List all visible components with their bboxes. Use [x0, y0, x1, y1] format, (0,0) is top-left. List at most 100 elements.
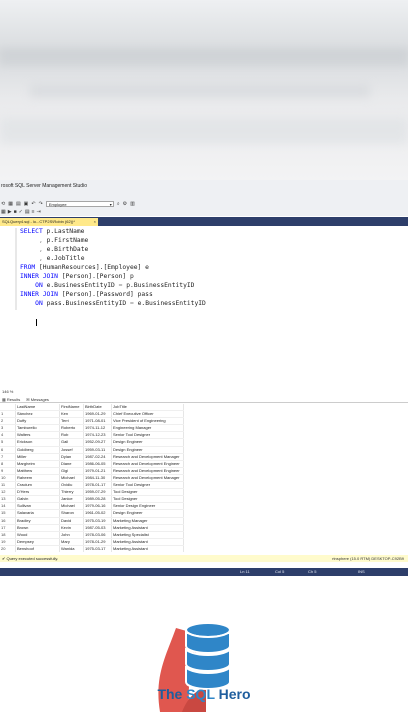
zoom-level[interactable]: 146 %	[0, 388, 408, 396]
grid-cell: Design Engineer	[111, 438, 184, 447]
table-row[interactable]: 5 Erickson Gail 1952-09-27 Design Engineer	[0, 438, 184, 447]
table-row[interactable]: 16 Bradley David 1975-03-19 Marketing Manage…	[0, 517, 184, 525]
tab-messages-label: Messages	[30, 397, 49, 402]
settings-icon[interactable]: ⚙	[123, 200, 127, 208]
grid-cell: Research and Development Manager	[111, 474, 184, 483]
grid-cell: Vice President of Engineering	[111, 417, 184, 426]
table-row[interactable]: 2 Duffy Terri 1971-08-01 Vice President of E…	[0, 417, 184, 426]
grid-cell: Design Engineer	[111, 509, 184, 518]
code-line-3: , e.BirthDate	[38, 246, 89, 253]
grid-cell: Wanida	[59, 545, 84, 552]
status-bar: Ln 11 Col 5 Ch 5 INS	[0, 568, 408, 576]
status-mode: INS	[358, 569, 365, 574]
blurred-band	[30, 85, 370, 97]
grid-cell: Janice	[59, 495, 84, 504]
new-query-icon[interactable]: ▦	[8, 200, 13, 208]
grid-column-header[interactable]: FirstName	[59, 404, 84, 412]
row-number: 4	[0, 431, 16, 440]
blurred-band	[0, 118, 408, 144]
table-row[interactable]: 12 D'Hers Thierry 1959-07-29 Tool Designer	[0, 488, 184, 497]
grid-column-header[interactable]: JobTitle	[111, 404, 184, 412]
table-row[interactable]: 18 Wood John 1978-03-06 Marketing Specialist	[0, 531, 184, 539]
database-dropdown[interactable]: Employee ▾	[45, 201, 114, 207]
row-number: 11	[0, 481, 16, 490]
grid-cell: Research and Development Engineer	[111, 467, 184, 475]
open-file-icon[interactable]: ▤	[16, 200, 21, 208]
table-row[interactable]: 10 Raheem Michael 1984-11-30 Research and De…	[0, 474, 184, 483]
stop-icon[interactable]: ■	[14, 208, 17, 216]
grid-cell: Erickson	[15, 438, 60, 447]
grid-cell: Sharon	[59, 509, 84, 518]
grid-cell: 1979-01-21	[83, 467, 112, 475]
table-row[interactable]: 15 Salavaria Sharon 1961-05-02 Design Engine…	[0, 509, 184, 518]
grid-cell: Tool Designer	[111, 495, 184, 504]
comment-icon[interactable]: ≡	[32, 208, 35, 216]
grid-cell: Duffy	[15, 417, 60, 426]
back-icon[interactable]: ⟲	[1, 200, 5, 208]
results-grid-icon[interactable]: ▤	[25, 208, 30, 216]
row-number: 20	[0, 545, 16, 552]
grid-column-header[interactable]: LastName	[15, 404, 60, 412]
menu-bar	[0, 192, 408, 200]
indent-icon[interactable]: ⇥	[36, 208, 40, 216]
table-row[interactable]: 11 Cracium Ovidiu 1978-01-17 Senior Tool Des…	[0, 481, 184, 490]
grid-cell: Walters	[15, 431, 60, 440]
row-number: 3	[0, 424, 16, 433]
grid-cell: 1979-06-16	[83, 502, 112, 511]
grid-cell: 1989-05-28	[83, 495, 112, 504]
tab-messages[interactable]: ✉ Messages	[26, 396, 49, 402]
table-row[interactable]: 6 Goldberg Jossef 1959-03-11 Design Engineer	[0, 446, 184, 454]
table-row[interactable]: 19 Dempsey Mary 1978-01-29 Marketing Assista…	[0, 538, 184, 546]
grid-cell: 1974-12-23	[83, 431, 112, 440]
table-row[interactable]: 17 Brown Kevin 1987-05-03 Marketing Assistan…	[0, 524, 184, 532]
results-grid[interactable]: LastName FirstName BirthDate JobTitle 1 Sánc…	[0, 404, 408, 552]
tab-results-label: Results	[6, 397, 21, 402]
grid-cell: Marketing Assistant	[111, 538, 184, 546]
grid-cell: Cracium	[15, 481, 60, 490]
grid-cell: 1978-01-29	[83, 538, 112, 546]
grid-cell: 1984-11-30	[83, 474, 112, 483]
grid-cell: 1969-01-29	[83, 410, 112, 419]
toolbar-secondary: ▦ ▶ ■ ✓ ▤ ≡ ⇥	[0, 208, 408, 216]
query-editor[interactable]: SELECT p.LastName , p.FirstName , e.Birt…	[0, 226, 408, 376]
grid-cell: Roberto	[59, 424, 84, 433]
table-row[interactable]: 7 Miller Dylan 1987-02-24 Research and Devel…	[0, 453, 184, 461]
search-icon[interactable]: ⌕	[117, 200, 120, 208]
grid-cell: Ken	[59, 410, 84, 419]
execute-icon[interactable]: ▶	[8, 208, 12, 216]
brand-part-hero: Hero	[214, 686, 251, 702]
grid-cell: John	[59, 531, 84, 539]
results-tab-strip: ▦ Results ✉ Messages	[0, 396, 408, 403]
table-row[interactable]: 13 Galvin Janice 1989-05-28 Tool Designer	[0, 495, 184, 504]
tab-sqlquery4[interactable]: SQLQuery4.sql - lo...CTP2S\Robin (62))* …	[0, 218, 98, 226]
grid-cell: Thierry	[59, 488, 84, 497]
grid-cell: D'Hers	[15, 488, 60, 497]
parse-icon[interactable]: ✓	[19, 208, 23, 216]
table-row[interactable]: 20 Benshoof Wanida 1975-03-17 Marketing Assi…	[0, 545, 184, 552]
grid-cell: Jossef	[59, 446, 84, 454]
close-icon[interactable]: ×	[94, 218, 96, 226]
object-explorer-icon[interactable]: ▦	[1, 208, 6, 216]
table-row[interactable]: 1 Sánchez Ken 1969-01-29 Chief Executive Off…	[0, 410, 184, 419]
table-row[interactable]: 3 Tamburello Roberto 1974-11-12 Engineering …	[0, 424, 184, 433]
save-icon[interactable]: ▣	[24, 200, 29, 208]
table-row[interactable]: 4 Walters Rob 1974-12-23 Senior Tool Designe…	[0, 431, 184, 440]
status-line: Ln 11	[240, 569, 250, 574]
grid-column-header[interactable]: BirthDate	[83, 404, 112, 412]
grid-cell: 1959-07-29	[83, 488, 112, 497]
grid-cell: Diane	[59, 460, 84, 468]
grid-column-header[interactable]	[0, 404, 16, 412]
grid-cell: David	[59, 517, 84, 525]
layout-icon[interactable]: ▥	[130, 200, 135, 208]
grid-cell: Salavaria	[15, 509, 60, 518]
table-row[interactable]: 8 Margheim Diane 1986-06-05 Research and Dev…	[0, 460, 184, 468]
tab-results[interactable]: ▦ Results	[2, 396, 20, 402]
code-line-1: SELECT p.LastName	[20, 228, 85, 235]
undo-icon[interactable]: ↶	[31, 200, 35, 208]
row-number: 18	[0, 531, 16, 539]
text-caret	[36, 319, 37, 326]
row-number: 7	[0, 453, 16, 461]
table-row[interactable]: 9 Matthew Gigi 1979-01-21 Research and Devel…	[0, 467, 184, 475]
redo-icon[interactable]: ↷	[39, 200, 43, 208]
table-row[interactable]: 14 Sullivan Michael 1979-06-16 Senior Design…	[0, 502, 184, 511]
